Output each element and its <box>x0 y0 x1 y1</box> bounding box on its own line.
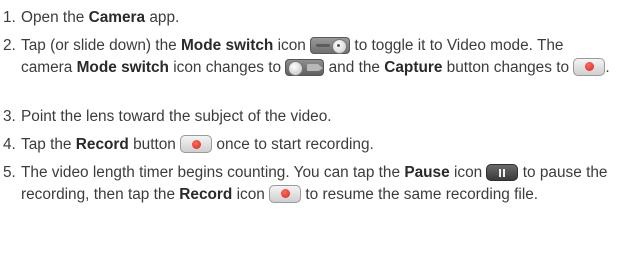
step-number: 4. <box>3 136 16 153</box>
step-text: Tap (or slide down) the Mode switch icon… <box>21 37 610 76</box>
step-text: Point the lens toward the subject of the… <box>21 108 332 125</box>
record-label: Record <box>179 185 233 203</box>
step-number: 1. <box>3 9 16 26</box>
step-3: 3. Point the lens toward the subject of … <box>3 106 615 128</box>
video-mode-switch-icon <box>285 58 325 76</box>
step-2: 2. Tap (or slide down) the Mode switch i… <box>3 35 615 78</box>
pause-icon <box>486 164 519 181</box>
mode-switch-label: Mode switch <box>180 37 274 54</box>
mode-switch-icon <box>310 37 351 54</box>
step-text: Tap the Record button once to start reco… <box>21 135 374 153</box>
step-1: 1. Open the Camera app. <box>3 7 615 29</box>
step-number: 5. <box>3 164 16 181</box>
step-number: 2. <box>3 37 16 54</box>
record-label: Record <box>75 136 129 153</box>
step-text: Open the Camera app. <box>21 9 180 26</box>
record-icon <box>180 135 213 153</box>
mode-switch-label: Mode switch <box>76 58 169 76</box>
pause-label: Pause <box>404 164 450 181</box>
step-number: 3. <box>3 108 16 125</box>
record-icon <box>269 184 302 203</box>
step-5: 5. The video length timer begins countin… <box>3 162 615 205</box>
camera-app-label: Camera <box>88 9 146 26</box>
record-icon <box>573 57 606 76</box>
step-text: The video length timer begins counting. … <box>21 164 608 203</box>
step-4: 4. Tap the Record button once to start r… <box>3 134 615 156</box>
capture-label: Capture <box>384 58 443 76</box>
